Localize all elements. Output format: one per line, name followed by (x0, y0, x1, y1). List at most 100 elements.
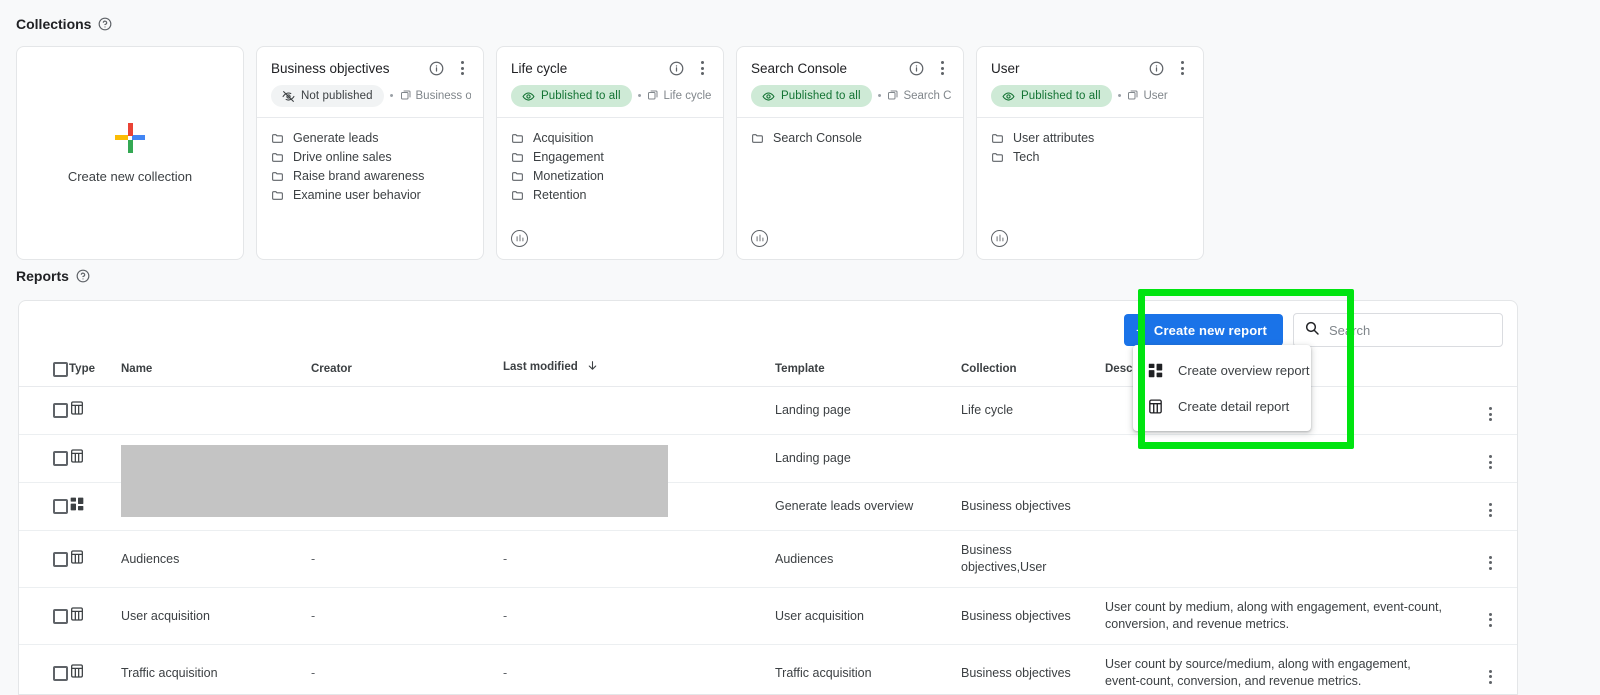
create-new-collection-card[interactable]: Create new collection (16, 46, 244, 260)
create-report-dropdown-menu[interactable]: Create overview report Create detail rep… (1133, 345, 1311, 431)
analytics-badge-icon (991, 229, 1008, 247)
kebab-menu-icon[interactable] (933, 59, 951, 77)
folder-icon (271, 170, 284, 183)
collection-topic-item[interactable]: Acquisition (511, 131, 709, 146)
help-circle-icon[interactable] (76, 269, 90, 283)
column-header-creator[interactable]: Creator (311, 359, 503, 387)
collection-card-business-objectives[interactable]: Business objectives Not published • Busi… (256, 46, 484, 260)
collection-card-footer (497, 229, 723, 260)
column-header-template[interactable]: Template (775, 359, 961, 387)
column-header-collection[interactable]: Collection (961, 359, 1105, 387)
status-badge-label: Published to all (1021, 90, 1101, 102)
kebab-menu-icon[interactable] (693, 59, 711, 77)
collection-card-life-cycle[interactable]: Life cycle Published to all • Life cycle… (496, 46, 724, 260)
collection-topic-list: Search Console (737, 118, 963, 230)
collection-topic-list: User attributes Tech (977, 118, 1203, 230)
column-header-type[interactable]: Type (69, 359, 121, 387)
collection-topic-label: Examine user behavior (293, 188, 421, 202)
collection-topic-item[interactable]: Retention (511, 188, 709, 203)
row-checkbox[interactable] (53, 451, 68, 466)
layers-icon (1127, 89, 1139, 104)
collection-card-search-console[interactable]: Search Console Published to all • Search… (736, 46, 964, 260)
eye-icon (522, 90, 535, 103)
folder-icon (271, 132, 284, 145)
folder-icon (751, 132, 764, 145)
collections-heading-label: Collections (16, 16, 92, 32)
kebab-menu-icon[interactable] (1481, 554, 1499, 572)
collection-meta-label: User (1143, 90, 1168, 102)
kebab-menu-icon[interactable] (1481, 453, 1499, 471)
row-checkbox[interactable] (53, 665, 68, 681)
collection-card-user[interactable]: User Published to all • User User attrib… (976, 46, 1204, 260)
kebab-menu-icon[interactable] (1481, 501, 1499, 519)
row-type-cell (69, 386, 121, 435)
folder-icon (511, 151, 524, 164)
detail-report-icon (69, 663, 85, 679)
detail-report-icon (69, 448, 85, 464)
row-name-cell: Traffic acquisition (121, 644, 311, 694)
row-description-cell (1105, 482, 1461, 531)
search-input[interactable] (1329, 322, 1492, 338)
select-all-header (19, 359, 69, 387)
collection-topic-item[interactable]: User attributes (991, 131, 1189, 146)
collection-topic-item[interactable]: Drive online sales (271, 150, 469, 165)
collection-topic-label: Generate leads (293, 131, 379, 145)
row-checkbox[interactable] (53, 499, 68, 514)
collection-card-title: User (991, 60, 1020, 76)
info-circle-icon[interactable] (907, 59, 925, 77)
kebab-menu-icon[interactable] (1481, 611, 1499, 629)
row-checkbox[interactable] (53, 608, 68, 624)
reports-section-heading: Reports (16, 268, 90, 284)
help-circle-icon[interactable] (98, 17, 112, 31)
layers-icon (400, 89, 412, 104)
kebab-menu-icon[interactable] (453, 59, 471, 77)
collection-topic-item[interactable]: Search Console (751, 131, 949, 146)
folder-icon (991, 151, 1004, 164)
status-badge: Published to all (751, 85, 872, 107)
menu-item-create-detail-report[interactable]: Create detail report (1133, 388, 1311, 424)
row-modified-cell: - (503, 530, 775, 588)
create-new-collection-label: Create new collection (67, 168, 193, 184)
row-checkbox-cell (19, 482, 69, 531)
row-collection-cell: Business objectives (961, 644, 1105, 694)
layers-icon (647, 89, 659, 104)
menu-item-label: Create overview report (1178, 362, 1310, 378)
collection-topic-item[interactable]: Monetization (511, 169, 709, 184)
row-type-cell (69, 482, 121, 531)
overview-report-icon (1147, 362, 1164, 379)
folder-icon (511, 189, 524, 202)
collection-topic-item[interactable]: Raise brand awareness (271, 169, 469, 184)
row-template-cell: Landing page (775, 434, 961, 483)
collection-topic-item[interactable]: Engagement (511, 150, 709, 165)
kebab-menu-icon[interactable] (1481, 405, 1499, 423)
column-header-name[interactable]: Name (121, 359, 311, 387)
row-checkbox-cell (19, 530, 69, 588)
detail-report-icon (69, 606, 85, 622)
table-row[interactable]: User acquisition - - User acquisition Bu… (19, 587, 1517, 645)
kebab-menu-icon[interactable] (1481, 668, 1499, 686)
status-badge-label: Published to all (541, 90, 621, 102)
table-row[interactable]: Audiences - - Audiences Business objecti… (19, 530, 1517, 588)
info-circle-icon[interactable] (667, 59, 685, 77)
menu-item-create-overview-report[interactable]: Create overview report (1133, 352, 1311, 388)
analytics-badge-icon (751, 229, 768, 247)
separator-dot: • (637, 89, 642, 102)
collection-topic-item[interactable]: Tech (991, 150, 1189, 165)
collection-card-header: Life cycle Published to all • Life cycle (497, 47, 723, 117)
row-checkbox[interactable] (53, 551, 68, 567)
collection-meta: User (1127, 89, 1168, 104)
reports-search-box[interactable] (1293, 313, 1503, 347)
row-modified-cell: - (503, 587, 775, 645)
info-circle-icon[interactable] (427, 59, 445, 77)
collection-topic-item[interactable]: Generate leads (271, 131, 469, 146)
table-row[interactable]: Traffic acquisition - - Traffic acquisit… (19, 644, 1517, 694)
select-all-checkbox[interactable] (53, 362, 68, 377)
row-description-cell (1105, 530, 1461, 588)
info-circle-icon[interactable] (1147, 59, 1165, 77)
reports-heading-label: Reports (16, 268, 69, 284)
column-header-last-modified[interactable]: Last modified (503, 359, 775, 387)
kebab-menu-icon[interactable] (1173, 59, 1191, 77)
create-new-report-button[interactable]: + Create new report (1123, 314, 1283, 346)
row-checkbox[interactable] (53, 403, 68, 418)
collection-topic-item[interactable]: Examine user behavior (271, 188, 469, 203)
